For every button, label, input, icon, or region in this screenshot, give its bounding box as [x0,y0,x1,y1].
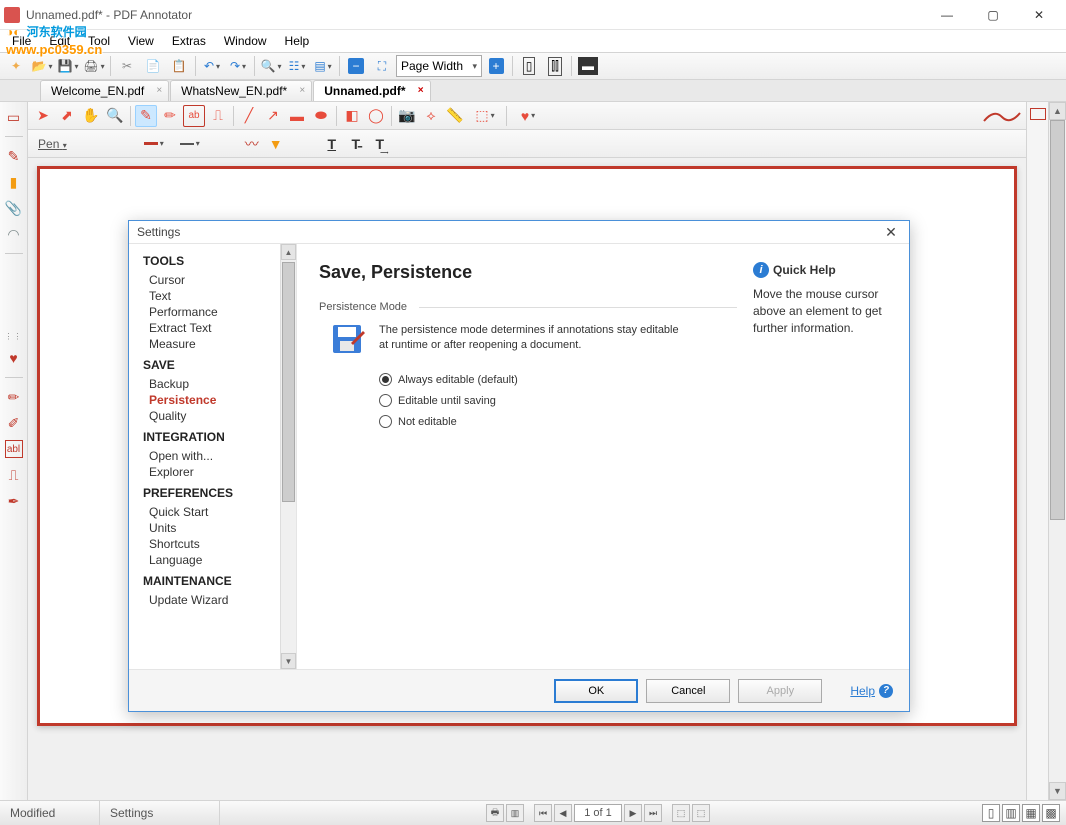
next-page-button[interactable]: ▶ [624,804,642,822]
page-number-input[interactable]: 1 of 1 [574,804,622,822]
dialog-titlebar: Settings ✕ [129,221,909,243]
item-language[interactable]: Language [143,552,290,568]
settings-heading: Save, Persistence [319,262,737,283]
layout-facing[interactable]: ▦ [1022,804,1040,822]
radio-label: Editable until saving [398,395,496,407]
item-quality[interactable]: Quality [143,408,290,424]
save-persistence-icon [331,323,367,359]
nav-extra-1[interactable]: ⬚ [672,804,690,822]
apply-button[interactable]: Apply [738,679,822,703]
sidebar-scroll-thumb[interactable] [282,262,295,502]
status-mode: Settings [100,801,220,825]
item-persistence[interactable]: Persistence [143,392,290,408]
quick-help-text: Move the mouse cursor above an element t… [753,286,887,336]
radio-not-editable[interactable]: Not editable [379,415,737,428]
layout-single[interactable]: ▯ [982,804,1000,822]
settings-dialog: Settings ✕ TOOLS Cursor Text Performance… [128,220,910,712]
statusbar: Modified Settings 🖶 ▥ ⏮ ◀ 1 of 1 ▶ ⏭ ⬚ ⬚… [0,800,1066,825]
item-open-with[interactable]: Open with... [143,448,290,464]
status-modified: Modified [0,801,100,825]
item-cursor[interactable]: Cursor [143,272,290,288]
cat-integration: INTEGRATION [143,430,290,444]
persistence-radio-group: Always editable (default) Editable until… [379,373,737,428]
dialog-title-text: Settings [137,225,180,239]
item-explorer[interactable]: Explorer [143,464,290,480]
ok-button[interactable]: OK [554,679,638,703]
radio-control[interactable] [379,415,392,428]
sidebar-scroll-down[interactable]: ▼ [281,653,296,669]
cat-save: SAVE [143,358,290,372]
nav-extra-2[interactable]: ⬚ [692,804,710,822]
quick-help-panel: i Quick Help Move the mouse cursor above… [737,262,887,651]
last-page-button[interactable]: ⏭ [644,804,662,822]
settings-content: Save, Persistence Persistence Mode The p… [319,262,737,651]
fieldset-label: Persistence Mode [319,301,737,313]
radio-label: Not editable [398,416,457,428]
settings-sidebar: TOOLS Cursor Text Performance Extract Te… [129,244,297,669]
item-units[interactable]: Units [143,520,290,536]
dialog-close-button[interactable]: ✕ [881,222,901,242]
item-text[interactable]: Text [143,288,290,304]
info-icon: i [753,262,769,278]
item-measure[interactable]: Measure [143,336,290,352]
radio-control[interactable] [379,394,392,407]
sidebar-scroll-up[interactable]: ▲ [281,244,296,260]
cat-maintenance: MAINTENANCE [143,574,290,588]
print-icon[interactable]: 🖶 [486,804,504,822]
layout-facing-cont[interactable]: ▩ [1042,804,1060,822]
persistence-description: The persistence mode determines if annot… [379,323,679,354]
cat-tools: TOOLS [143,254,290,268]
first-page-button[interactable]: ⏮ [534,804,552,822]
item-extract-text[interactable]: Extract Text [143,320,290,336]
radio-editable-until-saving[interactable]: Editable until saving [379,394,737,407]
dialog-backdrop: Settings ✕ TOOLS Cursor Text Performance… [0,0,1066,803]
help-link[interactable]: Help ? [850,684,893,698]
sidebar-scrollbar[interactable]: ▲ ▼ [280,244,296,669]
cancel-button[interactable]: Cancel [646,679,730,703]
item-quick-start[interactable]: Quick Start [143,504,290,520]
item-shortcuts[interactable]: Shortcuts [143,536,290,552]
page-navigation: 🖶 ▥ ⏮ ◀ 1 of 1 ▶ ⏭ ⬚ ⬚ [486,804,710,822]
help-icon: ? [879,684,893,698]
dialog-footer: OK Cancel Apply Help ? [129,669,909,711]
item-backup[interactable]: Backup [143,376,290,392]
radio-always-editable[interactable]: Always editable (default) [379,373,737,386]
item-performance[interactable]: Performance [143,304,290,320]
layout-continuous[interactable]: ▥ [1002,804,1020,822]
radio-control[interactable] [379,373,392,386]
quick-help-title: i Quick Help [753,262,887,278]
layout-small-icon[interactable]: ▥ [506,804,524,822]
cat-preferences: PREFERENCES [143,486,290,500]
item-update-wizard[interactable]: Update Wizard [143,592,290,608]
view-layout-buttons: ▯ ▥ ▦ ▩ [976,804,1066,822]
prev-page-button[interactable]: ◀ [554,804,572,822]
radio-label: Always editable (default) [398,374,518,386]
